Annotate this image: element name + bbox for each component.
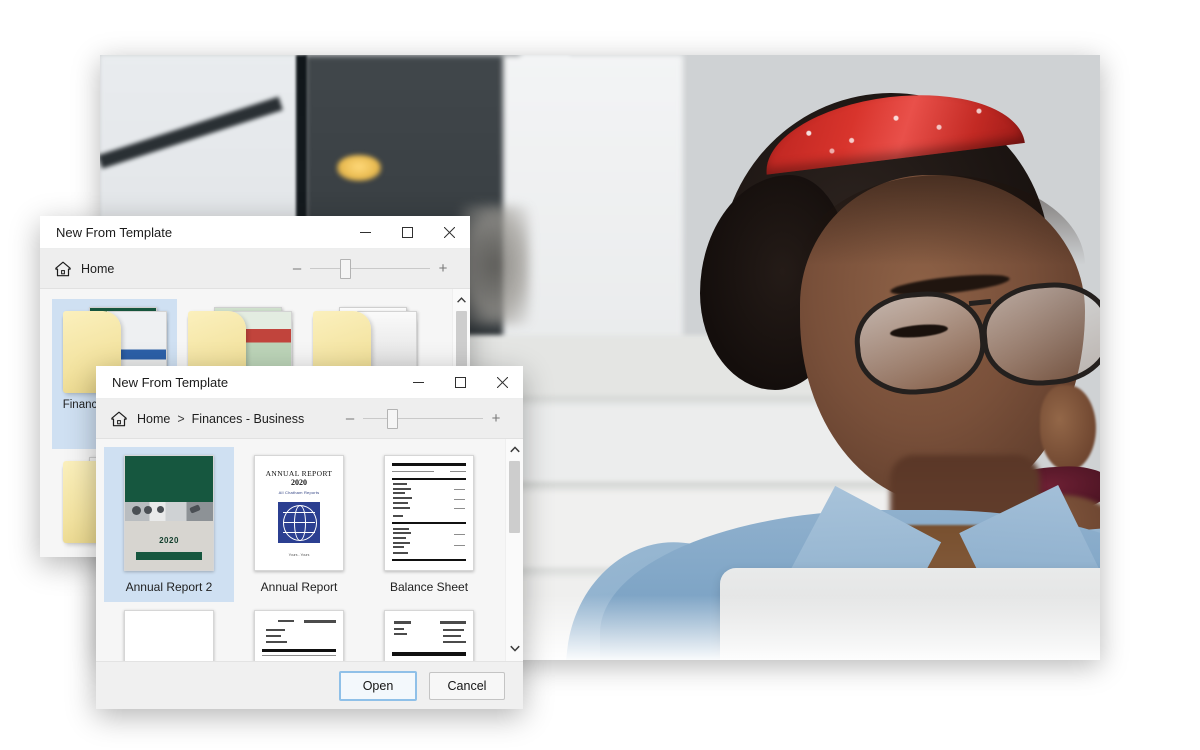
template-tile-annual-report-2[interactable]: 2020 Annual Report 2 [104, 447, 234, 602]
front-dialog-new-from-template[interactable]: New From Template Home > Finances - Busi… [96, 366, 523, 709]
breadcrumb-item-home[interactable]: Home [137, 412, 170, 426]
thumb-header-band [125, 456, 213, 502]
zoom-out-button[interactable]: – [284, 261, 310, 276]
template-label: Annual Report 2 [125, 580, 213, 594]
photo-background-blur [460, 205, 530, 325]
template-tile-sheet-wide[interactable] [234, 602, 364, 661]
front-dialog-breadcrumb[interactable]: Home > Finances - Business [137, 412, 304, 426]
template-thumbnail: 2020 [124, 455, 214, 571]
back-dialog-title: New From Template [56, 224, 173, 240]
zoom-slider-thumb[interactable] [340, 258, 351, 279]
thumb-photo-strip [125, 501, 213, 521]
chevron-up-icon[interactable] [453, 291, 470, 308]
template-thumbnail: ANNUAL REPORT 2020 All Chatham Reports Y… [254, 455, 344, 571]
template-list[interactable]: 2020 Annual Report 2 ANNUAL REPORT 2020 … [96, 439, 523, 661]
globe-icon [277, 501, 321, 543]
template-thumbnail [384, 455, 474, 571]
minimize-icon[interactable] [397, 366, 439, 398]
thumb-subtitle: All Chatham Reports [278, 490, 320, 496]
front-dialog-footer: Open Cancel [96, 661, 523, 709]
thumb-body [125, 520, 213, 570]
zoom-slider-track [363, 418, 483, 419]
template-tile-balance-sheet[interactable]: Balance Sheet [364, 447, 494, 602]
back-dialog-toolbar[interactable]: Home – + [40, 249, 470, 289]
template-grid: 2020 Annual Report 2 ANNUAL REPORT 2020 … [96, 439, 523, 661]
photo-person-nose [1040, 385, 1096, 471]
zoom-slider[interactable] [310, 258, 430, 279]
thumb-title: ANNUAL REPORT [265, 468, 333, 478]
thumb-year-label: 2020 [159, 535, 179, 545]
thumb-footer-text: Yours - Yours [288, 552, 310, 557]
template-tile-business-plan[interactable]: Business Plan Title a Team [104, 602, 234, 661]
template-tile-annual-report[interactable]: ANNUAL REPORT 2020 All Chatham Reports Y… [234, 447, 364, 602]
close-icon[interactable] [481, 366, 523, 398]
chevron-up-icon[interactable] [506, 441, 523, 458]
zoom-in-button[interactable]: + [483, 411, 509, 426]
zoom-out-button[interactable]: – [337, 411, 363, 426]
open-button[interactable]: Open [339, 670, 417, 701]
cancel-button[interactable]: Cancel [429, 671, 505, 700]
template-label: Balance Sheet [389, 580, 469, 594]
breadcrumb-item-finances-business[interactable]: Finances - Business [192, 412, 305, 426]
zoom-in-button[interactable]: + [430, 261, 456, 276]
minimize-icon[interactable] [344, 216, 386, 248]
template-tile-sheet-two-col[interactable] [364, 602, 494, 661]
template-label: Annual Report [260, 580, 338, 594]
front-dialog-titlebar[interactable]: New From Template [96, 366, 523, 399]
zoom-slider-track [310, 268, 430, 269]
template-thumbnail [254, 610, 344, 661]
scrollbar-thumb[interactable] [509, 461, 520, 533]
screenshot-stage: New From Template Home – + Finances New … [0, 0, 1200, 750]
breadcrumb-separator: > [177, 411, 185, 426]
close-icon[interactable] [428, 216, 470, 248]
front-dialog-scrollbar[interactable] [505, 439, 523, 661]
breadcrumb-item-home[interactable]: Home [81, 262, 114, 276]
maximize-icon[interactable] [439, 366, 481, 398]
front-dialog-zoom-control[interactable]: – + [337, 408, 509, 429]
back-dialog-window-controls [344, 216, 470, 248]
thumb-year-label: 2020 [291, 477, 307, 487]
front-dialog-title: New From Template [112, 374, 229, 390]
front-dialog-window-controls [397, 366, 523, 398]
photo-lamp-light [337, 155, 381, 181]
template-thumbnail: Business Plan Title a Team [124, 610, 214, 661]
home-icon[interactable] [54, 260, 72, 278]
template-thumbnail [384, 610, 474, 661]
back-dialog-breadcrumb[interactable]: Home [81, 262, 114, 276]
back-dialog-zoom-control[interactable]: – + [284, 258, 456, 279]
zoom-slider[interactable] [363, 408, 483, 429]
thumb-footer-bar [135, 551, 203, 560]
chevron-down-icon[interactable] [506, 640, 523, 657]
home-icon[interactable] [110, 410, 128, 428]
front-dialog-toolbar[interactable]: Home > Finances - Business – + [96, 399, 523, 439]
zoom-slider-thumb[interactable] [387, 408, 398, 429]
maximize-icon[interactable] [386, 216, 428, 248]
back-dialog-titlebar[interactable]: New From Template [40, 216, 470, 249]
